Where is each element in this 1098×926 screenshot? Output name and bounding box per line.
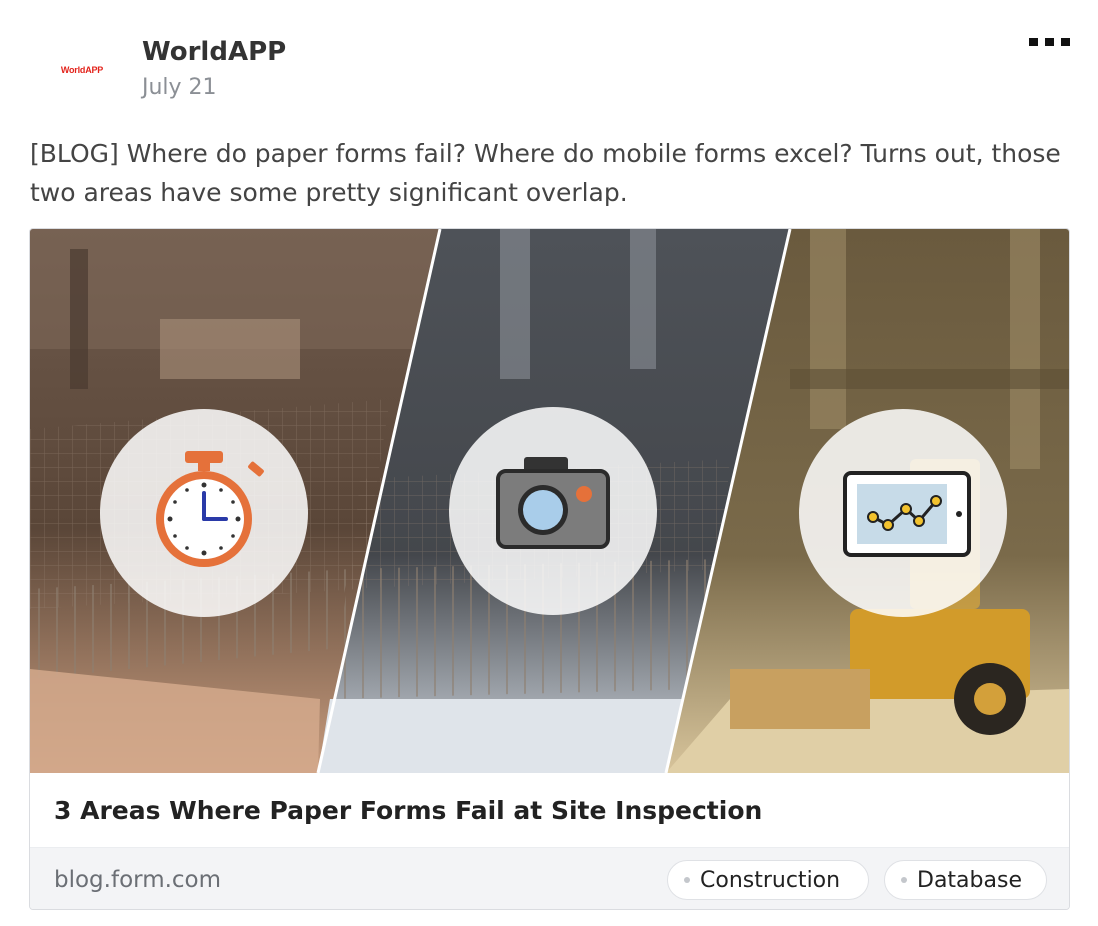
article-title[interactable]: 3 Areas Where Paper Forms Fail at Site I…: [54, 789, 1044, 833]
tag-construction[interactable]: Construction: [667, 860, 869, 900]
card-footer: blog.form.com Construction Database: [30, 847, 1069, 909]
dot: [1044, 38, 1054, 46]
company-logo[interactable]: WorldAPP: [36, 30, 128, 110]
more-options-icon[interactable]: [1026, 30, 1072, 54]
dot: [1060, 38, 1070, 46]
post-text: [BLOG] Where do paper forms fail? Where …: [30, 139, 1061, 207]
logo-wordmark: WorldAPP: [60, 65, 104, 75]
camera-icon: [449, 407, 657, 615]
author-name[interactable]: WorldAPP: [142, 34, 286, 70]
tag-database[interactable]: Database: [884, 860, 1047, 900]
tag-label: Database: [917, 867, 1022, 893]
link-preview-card[interactable]: 3 Areas Where Paper Forms Fail at Site I…: [29, 228, 1070, 910]
article-domain[interactable]: blog.form.com: [54, 862, 221, 898]
post-date: July 21: [142, 75, 217, 100]
tag-dot-icon: [901, 877, 907, 883]
tablet-chart-icon: [799, 409, 1007, 617]
stopwatch-icon: [100, 409, 308, 617]
tag-label: Construction: [700, 867, 841, 893]
tag-dot-icon: [684, 877, 690, 883]
article-hero-image[interactable]: [30, 229, 1069, 773]
dot: [1028, 38, 1038, 46]
